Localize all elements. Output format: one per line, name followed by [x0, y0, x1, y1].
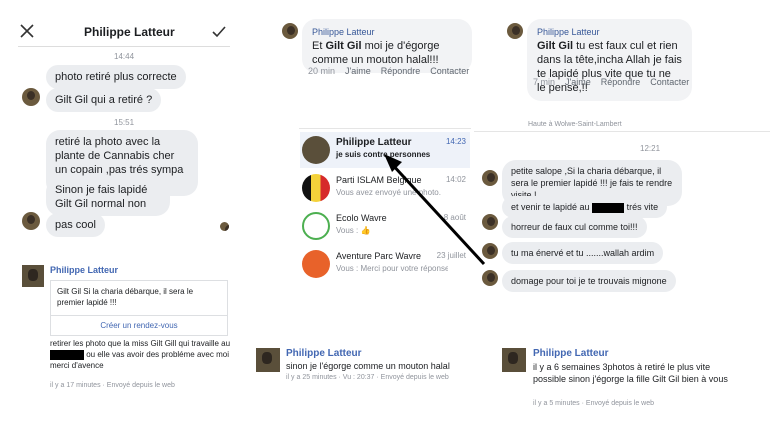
ecolo-logo-avatar — [302, 212, 330, 240]
avatar — [482, 243, 498, 259]
message-meta: il y a 5 minutes · Envoyé depuis le web — [533, 400, 655, 407]
like-link[interactable]: J'aime — [565, 77, 591, 87]
comment-bubble: Philippe Latteur Et Gilt Gil moi je d'ég… — [302, 19, 472, 73]
avatar — [482, 214, 498, 230]
like-link[interactable]: J'aime — [345, 66, 371, 76]
avatar — [302, 136, 330, 164]
avatar — [507, 23, 523, 39]
chat-title: Philippe Latteur — [84, 25, 175, 39]
comment-author[interactable]: Philippe Latteur — [537, 25, 682, 39]
timestamp: 15:51 — [114, 118, 135, 127]
reply-link[interactable]: Répondre — [601, 77, 641, 87]
comment-actions: 20 min J'aime Répondre Contacter — [308, 66, 479, 76]
avatar — [282, 23, 298, 39]
close-icon[interactable] — [20, 24, 34, 38]
comment-bubble: Philippe Latteur Gilt Gil tu est faux cu… — [527, 19, 692, 101]
seen-avatar — [220, 222, 229, 231]
avatar — [482, 170, 498, 186]
message-text: sinon je l'égorge comme un mouton halal — [286, 361, 450, 371]
message-meta: il y a 25 minutes · Vu : 20:37 · Envoyé … — [286, 374, 449, 381]
avatar — [502, 348, 526, 372]
avatar — [22, 265, 44, 287]
tagged-name[interactable]: Gilt Gil — [537, 40, 573, 52]
avatar — [22, 88, 40, 106]
message-bubble: et venir te lapidé au trés vite — [502, 196, 668, 218]
arrow-annotation — [384, 154, 486, 266]
message-bubble: Gilt Gil qui a retiré ? — [46, 88, 162, 112]
belgian-flag-avatar — [302, 174, 330, 202]
contact-link[interactable]: Contacter — [430, 66, 469, 76]
message-bubble: tu ma énervé et tu .......wallah ardim — [502, 242, 664, 264]
sender-name[interactable]: Philippe Latteur — [286, 348, 362, 359]
redacted-text — [592, 202, 625, 213]
comment-time: 7 min — [533, 77, 556, 87]
avatar — [256, 348, 280, 372]
message-bubble: Sinon je fais lapidé Gilt Gil normal non — [46, 178, 170, 216]
comment-author[interactable]: Philippe Latteur — [312, 25, 462, 39]
message-text: retirer les photo que la miss Gilt Gill … — [50, 339, 231, 370]
create-appointment-link[interactable]: Créer un rendez-vous — [51, 315, 227, 335]
avatar — [482, 270, 498, 286]
timestamp: 14:44 — [114, 52, 135, 61]
chat-header-text: Haute à Wolwe-Saint-Lambert — [528, 121, 622, 128]
check-icon[interactable] — [212, 25, 226, 38]
conversation-date: 14:23 — [445, 137, 466, 146]
sender-name[interactable]: Philippe Latteur — [533, 348, 609, 359]
comment-time: 20 min — [308, 66, 336, 76]
contact-link[interactable]: Contacter — [650, 77, 689, 87]
header-divider — [18, 46, 230, 47]
redacted-text — [50, 349, 84, 360]
timestamp: 12:21 — [640, 144, 661, 153]
message-bubble: photo retiré plus correcte — [46, 65, 186, 89]
header-divider — [474, 131, 770, 132]
quoted-text: Gilt Gil Si la charia débarque, il sera … — [57, 287, 194, 307]
quoted-message-box: Gilt Gil Si la charia débarque, il sera … — [50, 280, 228, 336]
comment-text: Et Gilt Gil moi je d'égorge comme un mou… — [312, 40, 440, 66]
message-text: il y a 6 semaines 3photos à retiré le pl… — [533, 362, 728, 384]
message-meta: il y a 17 minutes · Envoyé depuis le web — [50, 382, 175, 389]
message-bubble: pas cool — [46, 213, 105, 237]
message-bubble: horreur de faux cul comme toi!!! — [502, 216, 647, 238]
tagged-name[interactable]: Gilt Gil — [325, 40, 361, 52]
park-logo-avatar — [302, 250, 330, 278]
conversation-snippet: Vous : 👍 — [336, 226, 371, 235]
message-bubble: domage pour toi je te trouvais mignone — [502, 270, 676, 292]
sender-name[interactable]: Philippe Latteur — [50, 265, 118, 275]
avatar — [22, 212, 40, 230]
reply-link[interactable]: Répondre — [381, 66, 421, 76]
conversation-name: Philippe Latteur — [336, 137, 412, 148]
comment-actions: 7 min J'aime Répondre Contacter — [533, 77, 699, 87]
